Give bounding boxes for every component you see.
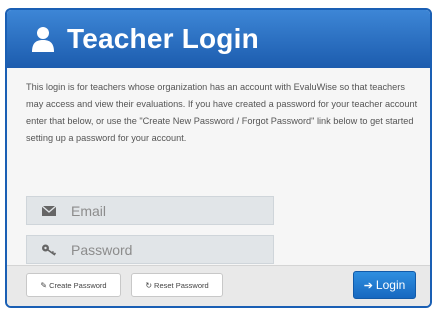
pencil-icon: ✎ bbox=[40, 280, 48, 290]
reset-password-button[interactable]: ↻ Reset Password bbox=[131, 273, 223, 297]
create-password-button[interactable]: ✎ Create Password bbox=[26, 273, 121, 297]
create-password-label: Create Password bbox=[49, 280, 107, 290]
login-label: Login bbox=[375, 278, 406, 292]
panel-header: Teacher Login bbox=[7, 10, 430, 68]
email-field[interactable] bbox=[26, 196, 274, 225]
key-icon bbox=[41, 243, 57, 257]
login-panel: Teacher Login This login is for teachers… bbox=[5, 8, 432, 308]
password-field[interactable] bbox=[26, 235, 274, 264]
login-description: This login is for teachers whose organiz… bbox=[26, 82, 418, 143]
login-button[interactable]: ➔ Login bbox=[353, 271, 416, 299]
refresh-icon: ↻ bbox=[145, 280, 153, 290]
panel-footer: ✎ Create Password ↻ Reset Password ➔ Log… bbox=[7, 265, 430, 306]
email-input[interactable] bbox=[71, 202, 251, 219]
envelope-icon bbox=[41, 204, 57, 218]
reset-password-label: Reset Password bbox=[154, 280, 209, 290]
user-icon bbox=[31, 26, 55, 52]
password-input[interactable] bbox=[71, 241, 251, 258]
page-title: Teacher Login bbox=[67, 23, 259, 54]
sign-in-icon: ➔ bbox=[363, 279, 373, 292]
